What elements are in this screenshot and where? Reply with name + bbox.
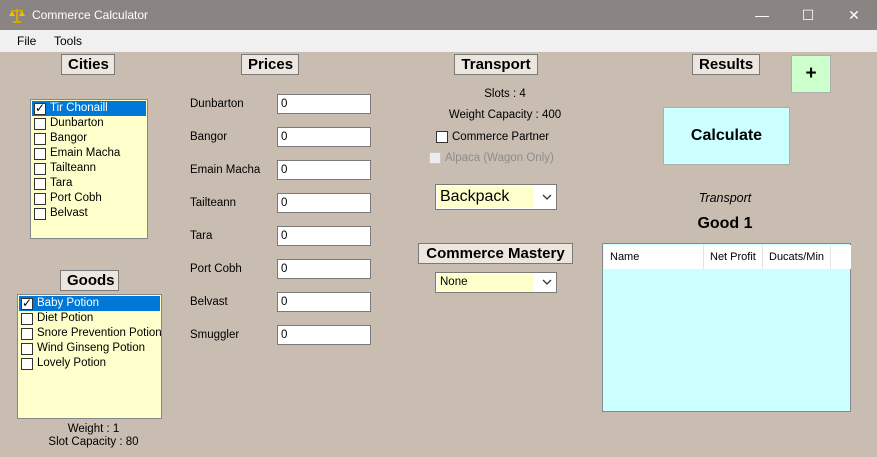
city-item[interactable]: Port Cobh xyxy=(32,191,146,206)
mastery-select[interactable]: None xyxy=(435,272,557,293)
city-item[interactable]: Tailteann xyxy=(32,161,146,176)
transport-select[interactable]: Backpack xyxy=(435,184,557,210)
mastery-select-value: None xyxy=(437,274,534,291)
price-label: Port Cobh xyxy=(190,263,242,275)
column-header-name[interactable]: Name xyxy=(604,245,704,269)
alpaca-checkbox[interactable]: Alpaca (Wagon Only) xyxy=(429,151,554,165)
cities-list[interactable]: Tir Chonaill Dunbarton Bangor Emain Macha Ta… xyxy=(30,99,148,239)
commerce-partner-checkbox[interactable]: Commerce Partner xyxy=(436,130,549,144)
checkbox-icon[interactable] xyxy=(34,177,46,190)
column-header-ducats-min[interactable]: Ducats/Min xyxy=(763,245,831,269)
checkbox-icon[interactable] xyxy=(21,327,33,340)
chevron-down-icon[interactable] xyxy=(542,194,552,201)
checkbox-icon[interactable] xyxy=(429,152,441,164)
good-item-label: Wind Ginseng Potion xyxy=(37,342,146,354)
price-label: Belvast xyxy=(190,296,228,308)
good-item-label: Baby Potion xyxy=(37,297,100,309)
city-item-label: Belvast xyxy=(50,207,88,219)
checkbox-icon[interactable] xyxy=(21,342,33,355)
column-header-net-profit[interactable]: Net Profit xyxy=(704,245,763,269)
city-item-label: Tailteann xyxy=(50,162,97,174)
minimize-button[interactable]: — xyxy=(739,0,785,30)
goods-heading: Goods xyxy=(60,270,119,291)
price-input[interactable]: 0 xyxy=(277,226,371,246)
mastery-heading: Commerce Mastery xyxy=(418,243,573,264)
good-item-label: Lovely Potion xyxy=(37,357,107,369)
results-table[interactable]: Name Net Profit Ducats/Min xyxy=(602,243,851,412)
price-label: Smuggler xyxy=(190,329,240,341)
price-input[interactable]: 0 xyxy=(277,94,371,114)
close-button[interactable]: ✕ xyxy=(831,0,877,30)
city-item[interactable]: Bangor xyxy=(32,131,146,146)
good-item-label: Diet Potion xyxy=(37,312,94,324)
price-input[interactable]: 0 xyxy=(277,292,371,312)
good-item[interactable]: Lovely Potion xyxy=(19,356,160,371)
price-label: Dunbarton xyxy=(190,98,244,110)
city-item[interactable]: Tir Chonaill xyxy=(32,101,146,116)
results-table-header: Name Net Profit Ducats/Min xyxy=(604,245,851,269)
menu-tools[interactable]: Tools xyxy=(54,34,82,48)
good-item[interactable]: Snore Prevention Potion xyxy=(19,326,162,341)
checkbox-icon[interactable] xyxy=(34,207,46,220)
transport-select-value: Backpack xyxy=(437,186,534,208)
checkbox-icon[interactable] xyxy=(34,192,46,205)
city-item-label: Tara xyxy=(50,177,73,189)
add-good-button[interactable]: + xyxy=(791,55,831,93)
price-input[interactable]: 0 xyxy=(277,193,371,213)
city-item[interactable]: Emain Macha xyxy=(32,146,146,161)
city-item[interactable]: Dunbarton xyxy=(32,116,146,131)
checkbox-icon[interactable] xyxy=(34,101,46,116)
window-title: Commerce Calculator xyxy=(32,8,149,22)
city-item-label: Emain Macha xyxy=(50,147,121,159)
scales-icon xyxy=(9,9,25,23)
goods-weight: Weight : 1 xyxy=(67,423,120,435)
results-transport-label: Transport xyxy=(698,191,752,205)
alpaca-label: Alpaca (Wagon Only) xyxy=(445,152,554,164)
checkbox-icon[interactable] xyxy=(21,312,33,325)
title-bar: Commerce Calculator — ☐ ✕ xyxy=(0,0,877,30)
transport-weight-capacity: Weight Capacity : 400 xyxy=(448,109,562,121)
checkbox-icon[interactable] xyxy=(34,162,46,175)
goods-slot-capacity: Slot Capacity : 80 xyxy=(48,436,139,448)
price-input[interactable]: 0 xyxy=(277,127,371,147)
city-item[interactable]: Belvast xyxy=(32,206,146,221)
good-item[interactable]: Baby Potion xyxy=(19,296,160,311)
cities-heading: Cities xyxy=(61,54,115,75)
main-panel: Cities Tir Chonaill Dunbarton Bangor Emain … xyxy=(0,52,877,457)
transport-heading: Transport xyxy=(454,54,538,75)
chevron-down-icon[interactable] xyxy=(542,279,552,286)
price-input[interactable]: 0 xyxy=(277,325,371,345)
price-input[interactable]: 0 xyxy=(277,259,371,279)
good-item-label: Snore Prevention Potion xyxy=(37,327,162,339)
maximize-button[interactable]: ☐ xyxy=(785,0,831,30)
commerce-partner-label: Commerce Partner xyxy=(452,131,550,143)
city-item[interactable]: Tara xyxy=(32,176,146,191)
price-label: Emain Macha xyxy=(190,164,261,176)
checkbox-icon[interactable] xyxy=(21,296,33,311)
checkbox-icon[interactable] xyxy=(34,147,46,160)
city-item-label: Bangor xyxy=(50,132,88,144)
good-item[interactable]: Wind Ginseng Potion xyxy=(19,341,160,356)
goods-list[interactable]: Baby Potion Diet Potion Snore Prevention P… xyxy=(17,294,162,419)
price-input[interactable]: 0 xyxy=(277,160,371,180)
results-good-label: Good 1 xyxy=(697,215,753,232)
city-item-label: Dunbarton xyxy=(50,117,104,129)
price-label: Tara xyxy=(190,230,213,242)
checkbox-icon[interactable] xyxy=(34,117,46,130)
checkbox-icon[interactable] xyxy=(21,357,33,370)
price-label: Tailteann xyxy=(190,197,237,209)
transport-slots: Slots : 4 xyxy=(484,88,526,100)
results-heading: Results xyxy=(692,54,760,75)
city-item-label: Tir Chonaill xyxy=(50,102,108,114)
good-item[interactable]: Diet Potion xyxy=(19,311,160,326)
calculate-button[interactable]: Calculate xyxy=(663,107,790,165)
menu-file[interactable]: File xyxy=(17,34,36,48)
checkbox-icon[interactable] xyxy=(34,132,46,145)
checkbox-icon[interactable] xyxy=(436,131,448,143)
menu-bar: File Tools xyxy=(0,30,877,52)
city-item-label: Port Cobh xyxy=(50,192,102,204)
price-label: Bangor xyxy=(190,131,228,143)
prices-heading: Prices xyxy=(241,54,299,75)
